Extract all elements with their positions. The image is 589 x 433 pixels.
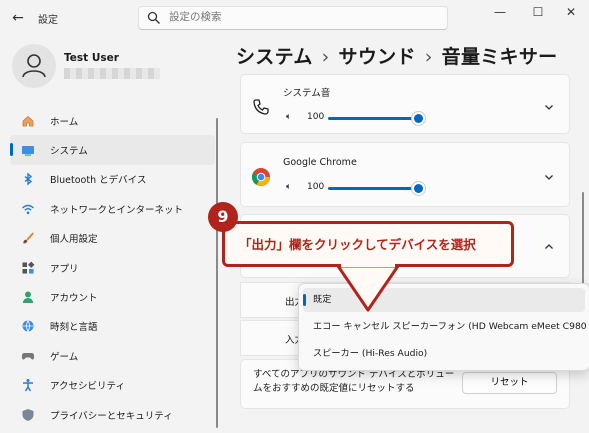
minimize-button[interactable]: — [482, 0, 518, 24]
breadcrumb-separator: › [424, 46, 433, 68]
volume-slider[interactable] [328, 187, 418, 190]
avatar [12, 44, 56, 88]
sidebar-item-privacy[interactable]: プライバシーとセキュリティ [10, 400, 215, 429]
annotation-callout: 「出力」欄をクリックしてデバイスを選択 [222, 221, 514, 267]
chevron-up-icon[interactable] [543, 241, 555, 253]
breadcrumb: システム › サウンド › 音量ミキサー [236, 42, 557, 69]
sidebar-item-bluetooth[interactable]: Bluetooth とデバイス [10, 165, 215, 194]
bluetooth-icon [20, 171, 36, 187]
sidebar-item-label: システム [50, 146, 88, 158]
breadcrumb-separator: › [321, 46, 330, 68]
sidebar-item-network[interactable]: ネットワークとインターネット [10, 194, 215, 223]
chevron-down-icon[interactable] [543, 101, 555, 113]
close-button[interactable]: ✕ [553, 0, 589, 24]
search-box[interactable] [138, 6, 448, 30]
brush-icon [20, 230, 36, 246]
app-title: 設定 [38, 15, 58, 26]
accessibility-icon [20, 377, 36, 393]
user-name: Test User [64, 52, 119, 64]
volume-slider-thumb[interactable] [414, 114, 423, 123]
system-icon [20, 142, 36, 158]
user-email-blurred [64, 68, 160, 79]
page-title: 音量ミキサー [441, 46, 558, 68]
volume-value: 100 [307, 182, 325, 192]
chrome-icon [251, 168, 270, 186]
reset-description: すべてのアプリのサウンド デバイスとボリュームをおすすめの既定値にリセットする [253, 369, 455, 394]
annotation-text: 「出力」欄をクリックしてデバイスを選択 [239, 237, 476, 252]
sidebar-item-label: アクセシビリティ [50, 381, 125, 393]
chevron-down-icon[interactable] [543, 171, 555, 183]
breadcrumb-sound[interactable]: サウンド [339, 46, 416, 68]
back-arrow-icon[interactable]: ← [8, 8, 28, 28]
sidebar-item-system[interactable]: システム [10, 135, 215, 165]
volume-slider[interactable] [328, 117, 418, 120]
app-name: システム音 [283, 88, 331, 99]
sidebar-item-label: ホーム [50, 116, 79, 128]
sidebar-item-label: 個人用設定 [50, 234, 98, 246]
dropdown-option-speaker[interactable]: スピーカー (Hi-Res Audio) [303, 342, 585, 366]
shield-icon [20, 407, 36, 423]
gamepad-icon [20, 348, 36, 364]
sidebar-item-personalization[interactable]: 個人用設定 [10, 224, 215, 253]
search-icon [147, 11, 160, 24]
sidebar-item-label: 時刻と言語 [50, 322, 98, 334]
step-number-badge: 9 [208, 202, 238, 232]
globe-clock-icon [20, 318, 36, 334]
person-icon [22, 54, 46, 78]
search-input[interactable] [169, 11, 429, 23]
app-volume-card: システム音 🔈︎ 100 [240, 74, 570, 134]
speaker-mute-icon[interactable]: 🔈︎ [286, 182, 291, 192]
breadcrumb-system[interactable]: システム [236, 46, 313, 68]
apps-icon [20, 260, 36, 276]
sidebar-item-time-language[interactable]: 時刻と言語 [10, 312, 215, 341]
sidebar-item-label: ゲーム [50, 351, 79, 363]
sidebar-item-gaming[interactable]: ゲーム [10, 341, 215, 370]
dropdown-option-default[interactable]: 既定 [303, 288, 585, 312]
volume-slider-thumb[interactable] [414, 184, 423, 193]
sidebar-item-label: Bluetooth とデバイス [50, 175, 147, 187]
reset-button[interactable]: リセット [462, 372, 557, 394]
app-name: Google Chrome [283, 157, 357, 168]
sidebar-item-accessibility[interactable]: アクセシビリティ [10, 371, 215, 400]
maximize-button[interactable]: ☐ [520, 0, 556, 24]
speaker-mute-icon[interactable]: 🔈︎ [286, 112, 291, 122]
sidebar-scrollbar[interactable] [216, 118, 218, 428]
home-icon [20, 113, 36, 129]
title-bar: ← 設定 — ☐ ✕ [0, 0, 589, 36]
sidebar-item-label: アプリ [50, 263, 79, 275]
sidebar-item-accounts[interactable]: アカウント [10, 282, 215, 311]
wifi-icon [20, 201, 36, 217]
output-device-dropdown: 既定 エコー キャンセル スピーカーフォン (HD Webcam eMeet C… [298, 283, 589, 371]
phone-icon [253, 99, 269, 115]
app-volume-card: Google Chrome 🔈︎ 100 [240, 142, 570, 207]
account-icon [20, 289, 36, 305]
sidebar-item-apps[interactable]: アプリ [10, 253, 215, 282]
volume-value: 100 [307, 112, 325, 122]
dropdown-option-speakerphone[interactable]: エコー キャンセル スピーカーフォン (HD Webcam eMeet C980… [303, 315, 589, 339]
sidebar-nav: ホーム システム Bluetooth とデバイス ネットワークとインターネット … [10, 106, 215, 429]
sidebar-item-label: ネットワークとインターネット [50, 204, 184, 216]
sidebar-item-label: アカウント [50, 293, 98, 305]
sidebar-item-home[interactable]: ホーム [10, 106, 215, 135]
sidebar-item-label: プライバシーとセキュリティ [50, 410, 173, 422]
